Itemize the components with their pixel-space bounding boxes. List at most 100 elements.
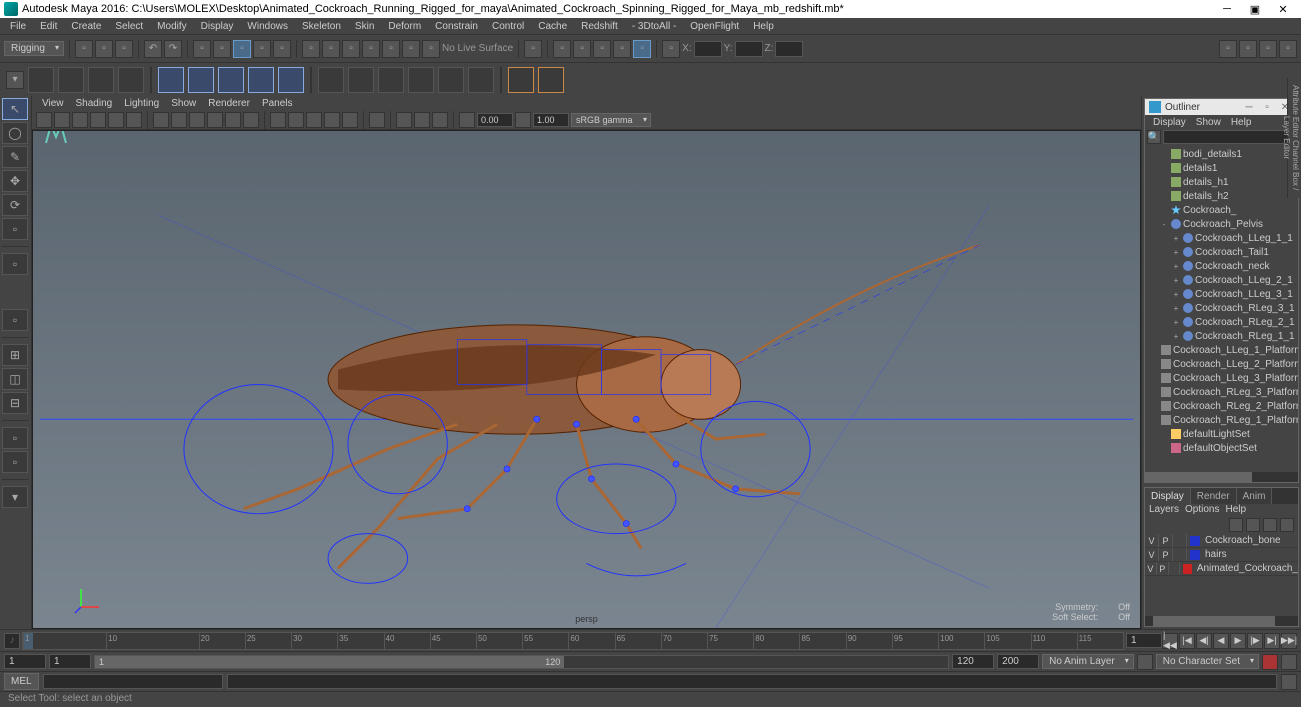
anim-layer-settings[interactable] [1137, 654, 1153, 670]
snap-view[interactable]: ▫ [402, 40, 420, 58]
shelf-cluster[interactable] [348, 67, 374, 93]
close-button[interactable]: ✕ [1269, 3, 1297, 16]
new-scene-button[interactable]: ▫ [75, 40, 93, 58]
make-live[interactable]: ▫ [422, 40, 440, 58]
layer-row[interactable]: V P Animated_Cockroach_ [1145, 562, 1298, 576]
shelf-wrap[interactable] [468, 67, 494, 93]
vp-isolate[interactable] [369, 112, 385, 128]
layer-color-swatch[interactable] [1183, 564, 1191, 574]
layer-vis-toggle[interactable]: V [1145, 562, 1157, 575]
render-settings[interactable]: ▫ [593, 40, 611, 58]
menu-select[interactable]: Select [109, 21, 149, 32]
auto-key-button[interactable] [1262, 654, 1278, 670]
menu-modify[interactable]: Modify [151, 21, 192, 32]
menu-display[interactable]: Display [195, 21, 240, 32]
outliner-item[interactable]: +Cockroach_RLeg_2_1 [1145, 315, 1298, 329]
last-tool[interactable]: ▫ [2, 253, 28, 275]
outliner-item[interactable]: -Cockroach_Pelvis [1145, 217, 1298, 231]
viewmenu-shading[interactable]: Shading [72, 98, 117, 109]
vp-shadows[interactable] [342, 112, 358, 128]
menu-control[interactable]: Control [486, 21, 530, 32]
layout-custom[interactable]: ▾ [2, 486, 28, 508]
shelf-bind-rigid[interactable] [188, 67, 214, 93]
attribute-editor-tab[interactable]: Attribute Editor Channel Box / Layer Edi… [1287, 78, 1301, 198]
step-back-key-button[interactable]: |◀ [1179, 633, 1195, 649]
scale-tool[interactable]: ▫ [2, 218, 28, 240]
layer-type-toggle[interactable] [1173, 534, 1187, 547]
shelf-wire[interactable] [438, 67, 464, 93]
cmd-lang-dropdown[interactable]: MEL [4, 673, 39, 690]
sidebar-toggle-4[interactable]: ▫ [1279, 40, 1297, 58]
paint-select-tool[interactable]: ✎ [2, 146, 28, 168]
maximize-button[interactable]: ▣ [1241, 3, 1269, 16]
shelf-constraint-1[interactable] [508, 67, 534, 93]
outliner-list[interactable]: bodi_details1details1details_h1details_h… [1145, 145, 1298, 472]
outliner-item[interactable]: +Cockroach_RLeg_3_1 [1145, 301, 1298, 315]
anim-start-input[interactable] [4, 654, 46, 669]
vp-xray-joints[interactable] [414, 112, 430, 128]
menu-skin[interactable]: Skin [349, 21, 380, 32]
range-track[interactable]: 1120 [94, 655, 949, 669]
shelf-tab-toggle[interactable]: ▾ [6, 71, 24, 89]
menu-skeleton[interactable]: Skeleton [296, 21, 347, 32]
expand-icon[interactable]: + [1171, 290, 1181, 299]
viewmenu-panels[interactable]: Panels [258, 98, 297, 109]
redo-button[interactable]: ↷ [164, 40, 182, 58]
sel-mode-hierarchy[interactable]: ▫ [193, 40, 211, 58]
history-toggle[interactable]: ▫ [524, 40, 542, 58]
layout-outliner[interactable]: ▫ [2, 451, 28, 473]
outliner-item[interactable]: +Cockroach_LLeg_3_1 [1145, 287, 1298, 301]
vp-xray[interactable] [396, 112, 412, 128]
sel-mask-2[interactable]: ▫ [273, 40, 291, 58]
layer-tab-display[interactable]: Display [1145, 488, 1191, 504]
outliner-item[interactable]: defaultLightSet [1145, 427, 1298, 441]
playback-end-input[interactable] [952, 654, 994, 669]
expand-icon[interactable]: + [1171, 234, 1181, 243]
shelf-paint-weights[interactable] [248, 67, 274, 93]
layer-tab-anim[interactable]: Anim [1237, 488, 1273, 504]
vp-shaded[interactable] [288, 112, 304, 128]
expand-icon[interactable]: + [1171, 318, 1181, 327]
shelf-constraint-2[interactable] [538, 67, 564, 93]
vp-grease[interactable] [126, 112, 142, 128]
layer-h-scrollbar[interactable] [1145, 616, 1298, 626]
layer-menu-options[interactable]: Options [1185, 504, 1219, 518]
menu-create[interactable]: Create [65, 21, 107, 32]
layer-color-swatch[interactable] [1190, 550, 1200, 560]
outliner-item[interactable]: defaultObjectSet [1145, 441, 1298, 455]
layer-playback-toggle[interactable]: P [1159, 534, 1173, 547]
menu-cache[interactable]: Cache [532, 21, 573, 32]
vp-exposure-icon[interactable] [459, 112, 475, 128]
outliner-menu-help[interactable]: Help [1227, 117, 1256, 128]
shelf-mirror-weights[interactable] [278, 67, 304, 93]
vp-textured[interactable] [306, 112, 322, 128]
outliner-item[interactable]: Cockroach_LLeg_2_Platform [1145, 357, 1298, 371]
anim-end-input[interactable] [997, 654, 1039, 669]
shelf-lattice[interactable] [318, 67, 344, 93]
ipr-render[interactable]: ▫ [573, 40, 591, 58]
menu-edit[interactable]: Edit [34, 21, 63, 32]
step-back-button[interactable]: ◀| [1196, 633, 1212, 649]
shelf-blend-shape[interactable] [378, 67, 404, 93]
layout-four[interactable]: ⊞ [2, 344, 28, 366]
expand-icon[interactable]: + [1171, 276, 1181, 285]
input-mode-icon[interactable]: ▫ [662, 40, 680, 58]
vp-gamma-icon[interactable] [515, 112, 531, 128]
module-dropdown[interactable]: Rigging [4, 41, 64, 56]
rotate-tool[interactable]: ⟳ [2, 194, 28, 216]
layout-two-stack[interactable]: ⊟ [2, 392, 28, 414]
layer-row[interactable]: V P Cockroach_bone [1145, 534, 1298, 548]
sidebar-toggle-2[interactable]: ▫ [1239, 40, 1257, 58]
layout-three[interactable]: ▫ [2, 427, 28, 449]
play-forward-button[interactable]: ▶ [1230, 633, 1246, 649]
outliner-item[interactable]: Cockroach_RLeg_3_Platform [1145, 385, 1298, 399]
menu-file[interactable]: File [4, 21, 32, 32]
open-scene-button[interactable]: ▫ [95, 40, 113, 58]
outliner-item[interactable]: details_h1 [1145, 175, 1298, 189]
snap-grid[interactable]: ▫ [302, 40, 320, 58]
step-forward-button[interactable]: |▶ [1247, 633, 1263, 649]
layer-vis-toggle[interactable]: V [1145, 534, 1159, 547]
vp-grid[interactable] [153, 112, 169, 128]
outliner-search-icon[interactable]: 🔍 [1147, 130, 1161, 144]
outliner-item[interactable]: +Cockroach_Tail1 [1145, 245, 1298, 259]
